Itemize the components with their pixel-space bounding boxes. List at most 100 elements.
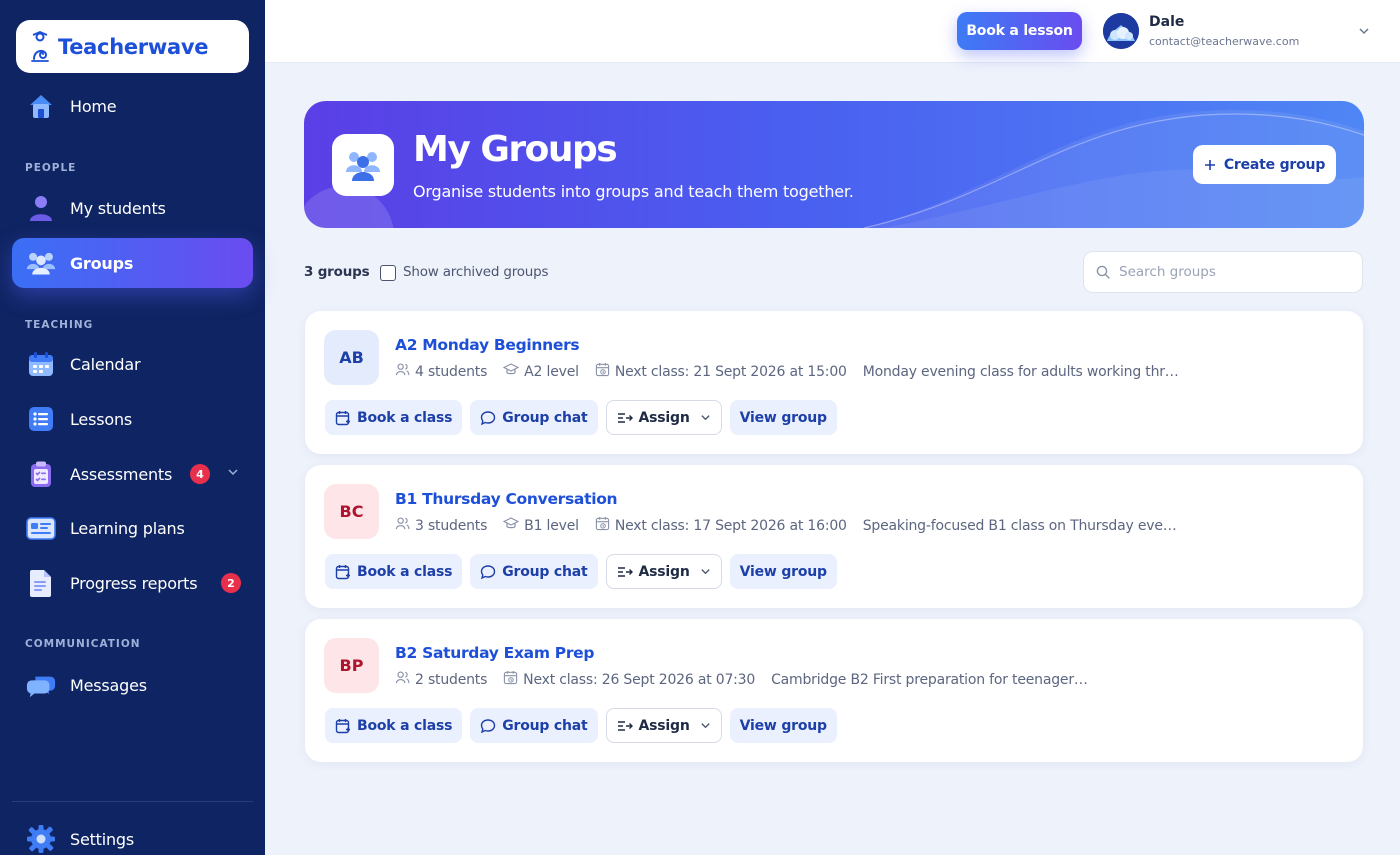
assign-icon (617, 719, 639, 733)
book-class-button[interactable]: Book a class (325, 554, 463, 589)
group-name-link[interactable]: A2 Monday Beginners (395, 336, 580, 354)
group-count: 3 groups (304, 264, 370, 280)
group-name-link[interactable]: B2 Saturday Exam Prep (395, 644, 595, 662)
hero-groups-icon-box (332, 134, 394, 196)
group-description: Monday evening class for adults working … (862, 363, 1179, 380)
groups-icon (26, 248, 56, 278)
page-hero: My Groups Organise students into groups … (304, 101, 1364, 228)
group-meta: 2 students Next class: 26 Sept 2026 at 07… (395, 670, 1088, 689)
section-label-people: PEOPLE (25, 162, 77, 174)
group-actions: Book a class Group chat Assign View grou… (325, 554, 837, 589)
chevron-down-icon[interactable] (227, 466, 239, 478)
chat-icon (480, 564, 502, 580)
calendar-icon (26, 349, 56, 379)
create-group-label: Create group (1223, 156, 1326, 173)
search-field[interactable] (1083, 251, 1363, 293)
sidebar-item-lessons[interactable]: Lessons (12, 394, 253, 444)
sidebar-item-messages[interactable]: Messages (12, 660, 253, 710)
next-class: Next class: 26 Sept 2026 at 07:30 (503, 670, 755, 689)
sidebar-item-learning-plans[interactable]: Learning plans (12, 503, 253, 553)
avatar[interactable] (1103, 13, 1139, 49)
chevron-down-icon (690, 566, 711, 577)
graduation-cap-icon (502, 362, 524, 381)
group-chat-button[interactable]: Group chat (470, 708, 598, 743)
plan-icon (26, 513, 56, 543)
calendar-plus-icon (335, 410, 357, 426)
group-avatar: BP (324, 638, 379, 693)
assign-dropdown-button[interactable]: Assign (605, 708, 722, 743)
chevron-down-icon (690, 720, 711, 731)
groups-icon (346, 152, 380, 181)
sidebar-item-calendar[interactable]: Calendar (12, 339, 253, 389)
document-icon (26, 568, 56, 598)
assign-dropdown-button[interactable]: Assign (605, 554, 722, 589)
users-icon (395, 362, 415, 381)
group-avatar: BC (324, 484, 379, 539)
book-class-button[interactable]: Book a class (325, 708, 463, 743)
sidebar-item-assessments[interactable]: Assessments 4 (12, 449, 253, 499)
sidebar-item-home[interactable]: Home (12, 81, 253, 131)
user-email: contact@teacherwave.com (1149, 35, 1300, 48)
sidebar-item-groups[interactable]: Groups (12, 238, 253, 288)
group-meta: 4 students A2 level Next class: 21 Sept 20… (395, 362, 1179, 381)
app-name: Teacherwave (58, 34, 209, 59)
list-icon (26, 404, 56, 434)
page-title: My Groups (413, 129, 618, 170)
sidebar: Teacherwave Home PEOPLE My students Grou… (0, 0, 265, 855)
calendar-clock-icon (503, 670, 523, 689)
sidebar-item-label: Settings (70, 829, 135, 849)
assign-icon (617, 411, 639, 425)
create-group-button[interactable]: Create group (1193, 145, 1336, 184)
group-description: Cambridge B2 First preparation for teena… (771, 671, 1088, 688)
view-group-button[interactable]: View group (729, 400, 837, 435)
sidebar-item-label: Learning plans (70, 518, 185, 538)
sidebar-item-settings[interactable]: Settings (12, 814, 253, 855)
sidebar-item-label: Assessments (70, 464, 173, 484)
calendar-plus-icon (335, 564, 357, 580)
group-card: BP B2 Saturday Exam Prep 2 students Next … (305, 619, 1363, 762)
plus-icon (1204, 159, 1215, 170)
sidebar-divider (12, 801, 253, 802)
assessments-count-badge: 4 (190, 464, 210, 484)
group-chat-button[interactable]: Group chat (470, 554, 598, 589)
student-icon (26, 193, 56, 223)
sidebar-item-label: Lessons (70, 409, 133, 429)
show-archived-checkbox[interactable] (380, 265, 396, 281)
page-subtitle: Organise students into groups and teach … (413, 182, 854, 201)
view-group-button[interactable]: View group (729, 708, 837, 743)
search-input[interactable] (1119, 264, 1349, 280)
group-card: BC B1 Thursday Conversation 3 students B1… (305, 465, 1363, 608)
chevron-down-icon[interactable] (1358, 25, 1370, 37)
logo-icon (31, 30, 49, 62)
user-name: Dale (1149, 14, 1185, 30)
calendar-plus-icon (335, 718, 357, 734)
sidebar-item-progress-reports[interactable]: Progress reports 2 (12, 558, 253, 608)
progress-reports-count-badge: 2 (221, 573, 241, 593)
group-meta: 3 students B1 level Next class: 17 Sept 20… (395, 516, 1177, 535)
sidebar-item-label: Progress reports (70, 573, 198, 593)
view-group-button[interactable]: View group (729, 554, 837, 589)
sidebar-item-label: Messages (70, 675, 147, 695)
student-count: 4 students (395, 362, 487, 381)
student-count: 3 students (395, 516, 487, 535)
book-lesson-button[interactable]: Book a lesson (957, 12, 1082, 50)
student-count: 2 students (395, 670, 487, 689)
group-name-link[interactable]: B1 Thursday Conversation (395, 490, 618, 508)
next-class: Next class: 21 Sept 2026 at 15:00 (595, 362, 847, 381)
show-archived-label[interactable]: Show archived groups (403, 264, 549, 280)
gear-icon (26, 824, 56, 854)
assign-dropdown-button[interactable]: Assign (605, 400, 722, 435)
top-bar: Book a lesson Dale contact@teacherwave.c… (265, 0, 1400, 62)
group-chat-button[interactable]: Group chat (470, 400, 598, 435)
app-logo[interactable]: Teacherwave (16, 20, 249, 73)
group-level: B1 level (502, 516, 579, 535)
next-class: Next class: 17 Sept 2026 at 16:00 (595, 516, 847, 535)
chat-icon (480, 718, 502, 734)
graduation-cap-icon (502, 516, 524, 535)
assign-icon (617, 565, 639, 579)
section-label-teaching: TEACHING (25, 319, 94, 331)
sidebar-item-my-students[interactable]: My students (12, 183, 253, 233)
sidebar-item-label: Groups (70, 253, 134, 273)
book-class-button[interactable]: Book a class (325, 400, 463, 435)
group-avatar: AB (324, 330, 379, 385)
